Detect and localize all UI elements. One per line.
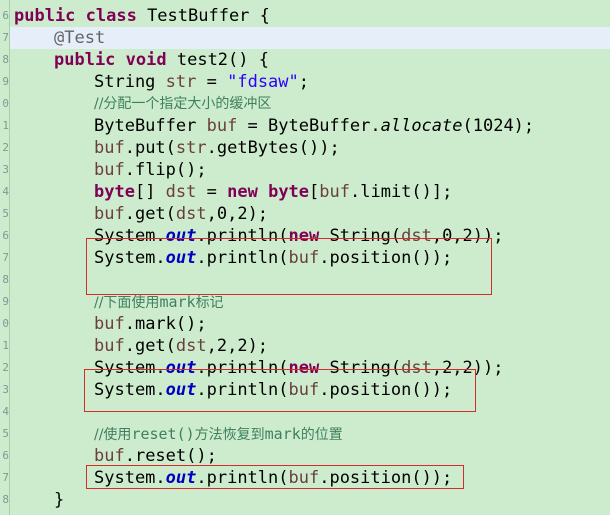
line-number: 0 (2, 317, 9, 330)
code-text: [] (134, 182, 166, 202)
code-text: .mark(); (124, 314, 207, 334)
closing-brace: } (54, 490, 65, 510)
code-line-dst-array[interactable]: byte[] dst = new byte[buf.limit()]; (94, 181, 452, 203)
comment: //使用 (94, 427, 132, 443)
code-text: .reset(); (124, 446, 217, 466)
type: String (94, 72, 156, 92)
code-line-mark[interactable]: buf.mark(); (94, 313, 207, 335)
code-text: ,0,2); (206, 204, 269, 224)
class-name: TestBuffer { (136, 6, 270, 26)
line-number: 5 (2, 427, 9, 440)
code-text: [ (309, 182, 320, 202)
comment-code-word: reset() (131, 425, 195, 443)
line-number: 7 (2, 251, 9, 264)
comment: //分配一个指定大小的缓冲区 (94, 96, 272, 112)
highlight-box-position-first (86, 238, 492, 295)
code-text: ByteBuffer (94, 116, 207, 136)
variable: buf (94, 160, 125, 180)
keyword: new (227, 182, 258, 202)
method-signature: test2() { (166, 50, 269, 70)
string-literal: "fdsaw" (227, 72, 299, 92)
line-number: 6 (2, 9, 9, 22)
code-text: (1024); (462, 116, 535, 136)
variable: buf (94, 446, 125, 466)
highlight-box-position-third (86, 465, 464, 489)
comment: //下面使用 (94, 295, 160, 311)
code-text: .flip(); (124, 160, 207, 180)
line-number: 0 (2, 97, 9, 110)
code-line-comment-allocate[interactable]: //分配一个指定大小的缓冲区 (94, 93, 271, 115)
code-line-get-second[interactable]: buf.get(dst,2,2); (94, 335, 268, 357)
keyword: byte (94, 182, 135, 202)
line-number: 8 (2, 273, 9, 286)
line-number: 2 (2, 141, 9, 154)
line-number: 3 (2, 163, 9, 176)
variable: buf (94, 336, 125, 356)
line-number: 7 (2, 31, 9, 44)
variable: buf (94, 314, 125, 334)
variable: dst (175, 336, 207, 356)
variable: str (165, 72, 197, 92)
variable: str (175, 138, 207, 158)
operator: = (196, 72, 228, 92)
code-text: = (196, 182, 228, 202)
variable: dst (165, 182, 197, 202)
line-number: 4 (2, 405, 9, 418)
keyword: byte (268, 182, 310, 202)
comment: 标记 (195, 295, 224, 311)
line-number: 1 (2, 119, 9, 132)
static-method: allocate (380, 116, 463, 136)
code-text: .get( (124, 204, 176, 224)
code-text: ,2,2); (206, 336, 269, 356)
comment: 的位置 (300, 427, 343, 443)
keyword: public class (14, 6, 137, 26)
code-line-close-brace[interactable]: } (54, 489, 64, 511)
line-number: 1 (2, 339, 9, 352)
line-number: 9 (2, 295, 9, 308)
keyword: public (54, 50, 116, 70)
code-text: .limit()]; (350, 182, 453, 202)
variable: dst (175, 204, 207, 224)
code-line-class-declaration[interactable]: public class TestBuffer { (14, 5, 270, 27)
line-number: 5 (2, 207, 9, 220)
line-number: 2 (2, 361, 9, 374)
line-number: 8 (2, 53, 9, 66)
keyword: void (125, 50, 167, 70)
code-line-string-decl[interactable]: String str = "fdsaw"; (94, 71, 309, 93)
line-number: 7 (2, 471, 9, 484)
code-line-allocate[interactable]: ByteBuffer buf = ByteBuffer.allocate(102… (94, 115, 534, 137)
line-number: 6 (2, 229, 9, 242)
code-text: .put( (124, 138, 176, 158)
code-line-comment-reset[interactable]: //使用reset()方法恢复到mark的位置 (94, 423, 343, 445)
line-number: 3 (2, 383, 9, 396)
code-line-put[interactable]: buf.put(str.getBytes()); (94, 137, 340, 159)
code-line-get-first[interactable]: buf.get(dst,0,2); (94, 203, 268, 225)
code-editor[interactable]: 6 7 8 9 0 1 2 3 4 5 6 7 8 9 0 1 2 3 4 5 6 7 8 public class Tes… (0, 0, 610, 515)
line-number: 6 (2, 449, 9, 462)
semicolon: ; (298, 72, 310, 92)
variable: buf (94, 138, 125, 158)
line-number: 4 (2, 185, 9, 198)
variable: buf (206, 116, 238, 136)
code-text: = ByteBuffer. (237, 116, 381, 136)
line-number: 9 (2, 75, 9, 88)
variable: buf (319, 182, 350, 202)
code-line-reset[interactable]: buf.reset(); (94, 445, 217, 467)
code-line-flip[interactable]: buf.flip(); (94, 159, 207, 181)
code-line-annotation[interactable]: @Test (54, 27, 105, 49)
line-number: 8 (2, 493, 9, 506)
comment: 方法恢复到 (194, 427, 265, 443)
code-line-method-declaration[interactable]: public void test2() { (54, 49, 269, 71)
variable: buf (94, 204, 125, 224)
highlight-box-position-second (84, 369, 476, 412)
comment-code-word: mark (159, 293, 196, 311)
annotation: @Test (54, 28, 106, 48)
comment-code-word: mark (264, 425, 301, 443)
code-text: .get( (124, 336, 176, 356)
code-text: .getBytes()); (206, 138, 340, 158)
